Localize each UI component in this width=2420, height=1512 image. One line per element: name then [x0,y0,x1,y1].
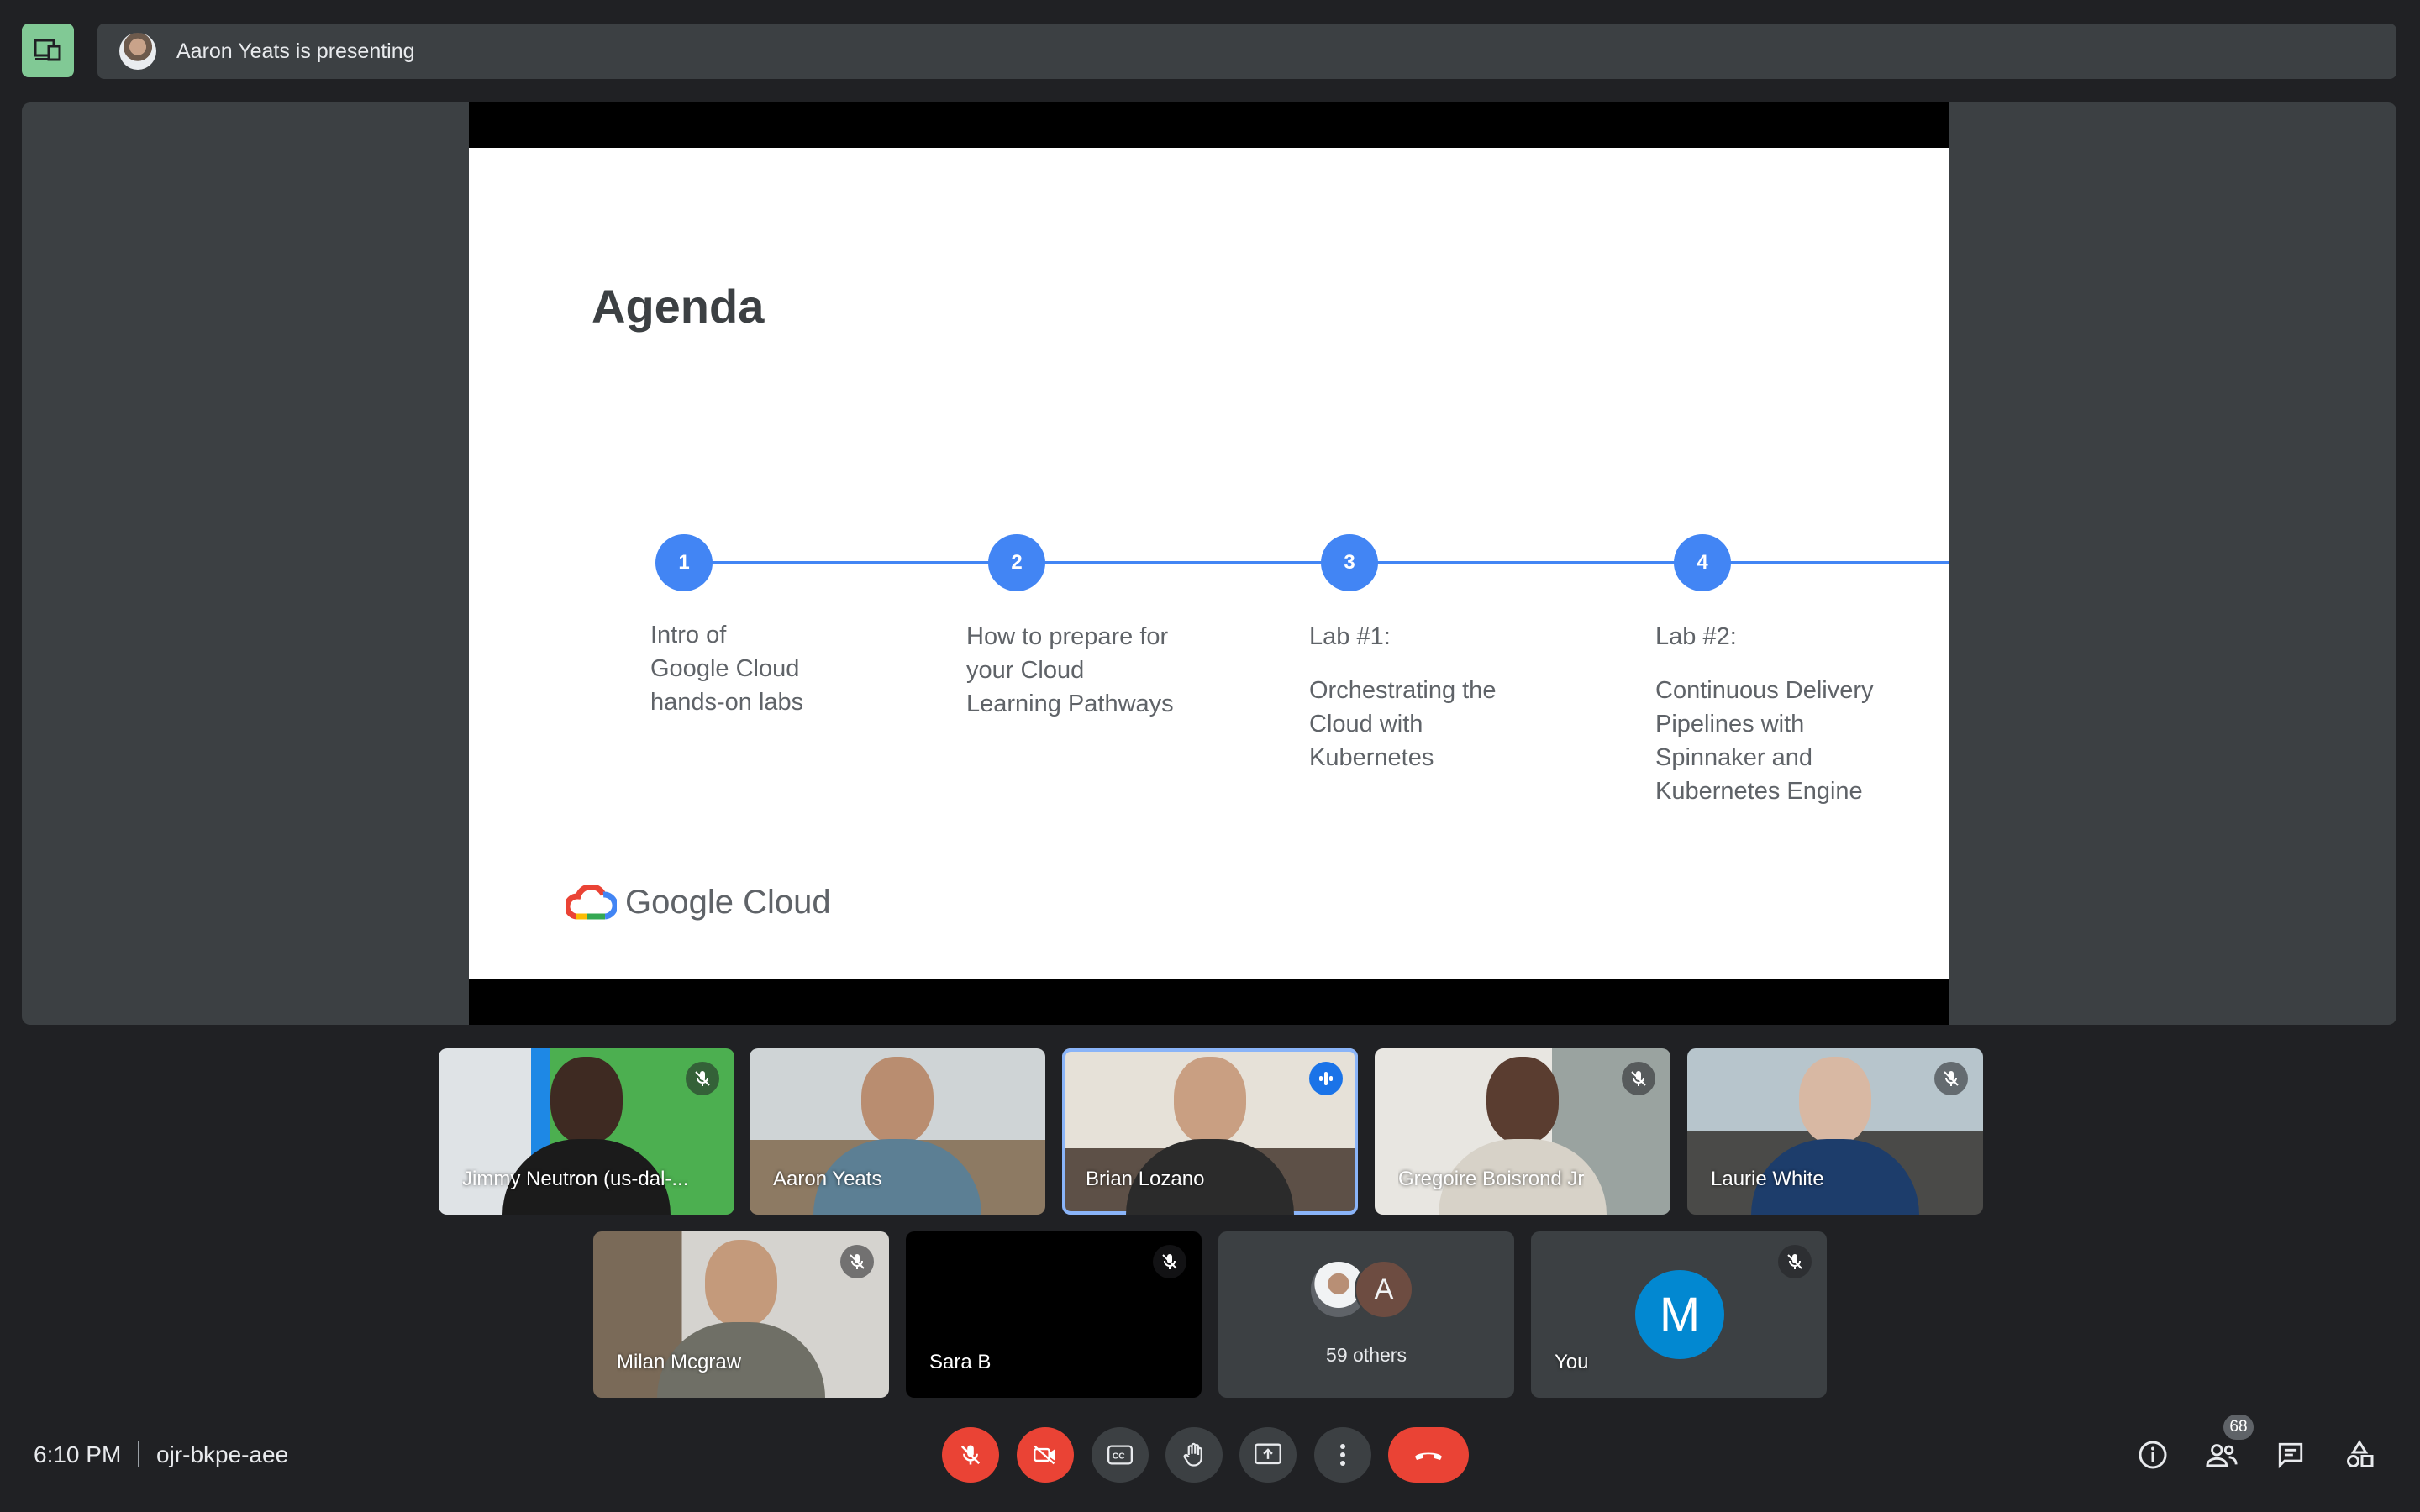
closed-captions-icon: CC [1107,1445,1133,1465]
activities-shapes-icon [2347,1440,2374,1467]
participant-tile[interactable]: Milan Mcgraw [593,1231,889,1398]
presenting-banner[interactable]: Aaron Yeats is presenting [97,24,2396,79]
self-label: You [1555,1351,1589,1373]
meeting-clock: 6:10 PM [34,1441,122,1467]
agenda-step-3-text: Lab #1: Orchestrating the Cloud with Kub… [1309,623,1497,771]
camera-toggle-button[interactable] [1017,1427,1074,1483]
speaking-indicator-icon [1309,1062,1343,1095]
slide-title: Agenda [592,280,765,333]
mic-off-icon [1778,1245,1812,1278]
participant-name: Milan Mcgraw [617,1351,742,1373]
more-vert-icon [1340,1444,1345,1466]
present-screen-icon [1255,1443,1281,1465]
participant-tile[interactable]: Aaron Yeats [750,1048,1045,1215]
participant-tile[interactable]: Sara B [906,1231,1202,1398]
participant-name: Sara B [929,1351,992,1373]
presentation-stage: Agenda 1 2 3 4 Intro of Google Cloud han… [22,102,2396,1025]
captions-button[interactable]: CC [1092,1427,1149,1483]
self-tile[interactable]: M You [1531,1231,1827,1398]
mic-off-icon [1622,1062,1655,1095]
present-now-button[interactable] [1239,1427,1297,1483]
agenda-step-1-text: Intro of Google Cloud hands-on labs [650,622,804,716]
google-cloud-logo: Google Cloud [566,884,831,921]
chat-button[interactable] [2269,1433,2312,1477]
presentation-layout-icon[interactable] [22,24,74,77]
presenter-avatar [119,33,156,70]
participant-name: Brian Lozano [1086,1168,1205,1190]
meeting-details-button[interactable] [2131,1433,2175,1477]
agenda-timeline [684,561,1949,564]
people-icon [2206,1444,2238,1467]
participant-name: Laurie White [1711,1168,1824,1190]
agenda-step-3-number: 3 [1321,534,1378,591]
participant-tile[interactable]: Brian Lozano [1062,1048,1358,1215]
slide-frame: Agenda 1 2 3 4 Intro of Google Cloud han… [469,102,1949,1025]
mic-off-icon [1934,1062,1968,1095]
camera-off-icon [1034,1445,1055,1465]
meeting-code: ojr-bkpe-aee [156,1441,289,1467]
agenda-step-4-text: Lab #2: Continuous Delivery Pipelines wi… [1655,623,1874,805]
participant-tile[interactable]: Laurie White [1687,1048,1983,1215]
info-icon [2139,1441,2167,1469]
participant-name: Gregoire Boisrond Jr [1398,1168,1585,1190]
others-count: 59 others [1326,1344,1407,1366]
chat-icon [2278,1442,2303,1469]
cloud-logo-icon [566,884,617,919]
others-avatars: A [1309,1260,1413,1319]
leave-call-button[interactable] [1388,1427,1469,1483]
google-cloud-logo-text: Google Cloud [625,884,831,921]
participant-name: Aaron Yeats [773,1168,882,1190]
participant-tile[interactable]: Jimmy Neutron (us-dal-... [439,1048,734,1215]
participant-name: Jimmy Neutron (us-dal-... [462,1168,689,1190]
svg-text:CC: CC [1113,1452,1125,1462]
mic-off-icon [840,1245,874,1278]
slide: Agenda 1 2 3 4 Intro of Google Cloud han… [469,148,1949,979]
participant-count-badge: 68 [2223,1415,2254,1440]
presenting-text: Aaron Yeats is presenting [176,39,415,63]
mic-off-icon [1153,1245,1186,1278]
hand-icon [1183,1442,1202,1467]
avatar: M [1635,1270,1724,1359]
participant-tile[interactable]: Gregoire Boisrond Jr [1375,1048,1670,1215]
mic-off-icon [686,1062,719,1095]
raise-hand-button[interactable] [1165,1427,1223,1483]
agenda-step-4-number: 4 [1674,534,1731,591]
agenda-step-1-number: 1 [655,534,713,591]
footer-divider [138,1441,139,1467]
mic-toggle-button[interactable] [942,1427,999,1483]
others-tile[interactable]: A 59 others [1218,1231,1514,1398]
avatar: A [1355,1260,1413,1319]
more-options-button[interactable] [1314,1427,1371,1483]
mic-off-icon [960,1445,981,1465]
agenda-step-2-text: How to prepare for your Cloud Learning P… [966,623,1174,717]
agenda-step-2-number: 2 [988,534,1045,591]
hang-up-icon [1415,1452,1442,1460]
activities-button[interactable] [2338,1433,2381,1477]
